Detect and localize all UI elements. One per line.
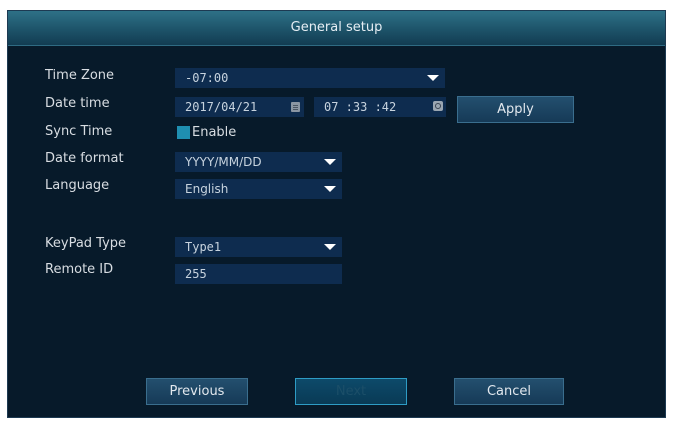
date-time-label: Date time — [45, 96, 110, 111]
date-format-value: YYYY/MM/DD — [185, 155, 262, 169]
sync-time-enable-label: Enable — [192, 125, 237, 140]
remote-id-label: Remote ID — [45, 262, 114, 277]
date-field[interactable]: 2017/04/21 — [175, 97, 304, 117]
time-zone-dropdown[interactable]: -07:00 — [175, 68, 445, 88]
clock-icon[interactable] — [433, 101, 443, 111]
time-zone-label: Time Zone — [45, 68, 115, 83]
time-field[interactable]: 07 :33 :42 — [314, 97, 446, 117]
date-value: 2017/04/21 — [185, 100, 258, 114]
keypad-type-value: Type1 — [185, 240, 222, 254]
sync-time-label: Sync Time — [45, 124, 113, 139]
chevron-down-icon — [324, 159, 336, 165]
sync-time-checkbox[interactable] — [177, 126, 190, 139]
time-value: 07 :33 :42 — [324, 100, 397, 114]
previous-button[interactable]: Previous — [146, 378, 248, 405]
chevron-down-icon — [427, 75, 439, 81]
chevron-down-icon — [324, 186, 336, 192]
date-format-dropdown[interactable]: YYYY/MM/DD — [175, 152, 342, 172]
remote-id-input[interactable]: 255 — [175, 264, 342, 284]
chevron-down-icon — [324, 244, 336, 250]
keypad-type-dropdown[interactable]: Type1 — [175, 237, 342, 257]
apply-button[interactable]: Apply — [457, 96, 574, 123]
time-zone-value: -07:00 — [185, 71, 229, 85]
remote-id-value: 255 — [185, 267, 207, 281]
date-format-label: Date format — [45, 151, 124, 166]
language-dropdown[interactable]: English — [175, 179, 342, 199]
cancel-button[interactable]: Cancel — [454, 378, 564, 405]
language-label: Language — [45, 178, 110, 193]
general-setup-window: General setup Time Zone -07:00 Date time… — [7, 10, 666, 418]
calendar-icon[interactable] — [291, 102, 300, 112]
keypad-type-label: KeyPad Type — [45, 236, 127, 251]
window-title: General setup — [8, 11, 665, 46]
language-value: English — [185, 182, 229, 196]
next-button[interactable]: Next — [295, 378, 407, 405]
